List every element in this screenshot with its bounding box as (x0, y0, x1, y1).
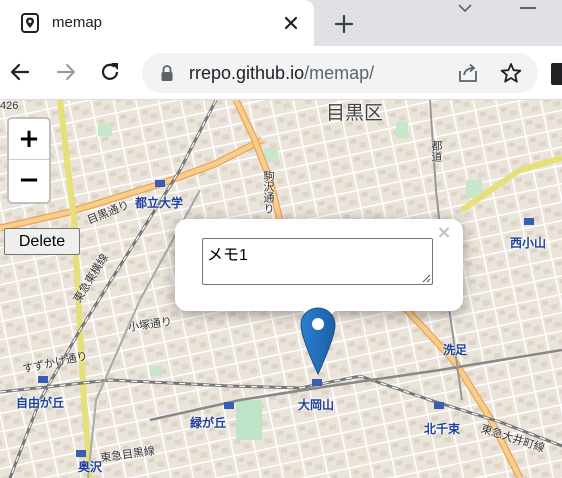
station-label: 西小山 (510, 236, 547, 250)
url-host: rrepo.github.io (189, 63, 305, 83)
map-view[interactable]: 426 目黒区 都立大学 目黒通り 駒沢通り 東急東横線 都道 西小山 小塚通り… (0, 100, 562, 478)
road-label: 駒沢通り (262, 170, 274, 214)
station-label: 大岡山 (298, 398, 335, 412)
window-minimize-icon[interactable] (520, 7, 536, 9)
road-label: 都道 (430, 140, 442, 162)
lock-icon[interactable] (160, 64, 174, 82)
plus-icon[interactable] (332, 12, 356, 36)
share-icon[interactable] (457, 63, 479, 83)
station-label: 奥沢 (78, 460, 103, 474)
browser-toolbar: rrepo.github.io/memap/ (0, 46, 562, 100)
back-arrow-icon[interactable] (8, 60, 32, 84)
map-pin-favicon (21, 13, 39, 33)
active-tab[interactable]: memap (0, 0, 314, 46)
station-label: 北千束 (424, 422, 461, 436)
tab-title: memap (52, 14, 103, 31)
zoom-in-button[interactable]: + (9, 119, 49, 160)
star-icon[interactable] (500, 62, 522, 84)
station-label: 自由が丘 (16, 396, 65, 410)
station-label: 洗足 (443, 343, 468, 357)
popup-close-button[interactable]: × (435, 224, 453, 242)
memo-textarea[interactable]: メモ1 (202, 238, 433, 285)
url-text[interactable]: rrepo.github.io/memap/ (189, 63, 374, 84)
close-icon[interactable] (280, 12, 302, 34)
address-bar[interactable]: rrepo.github.io/memap/ (142, 53, 538, 93)
resize-grip-icon[interactable] (421, 273, 431, 283)
map-marker-icon[interactable] (299, 306, 337, 376)
side-panel-icon[interactable] (551, 63, 562, 85)
forward-arrow-icon[interactable] (54, 60, 78, 84)
chevron-down-icon[interactable] (455, 0, 475, 18)
reload-icon[interactable] (98, 60, 122, 84)
tab-strip: memap (0, 0, 562, 46)
memo-text: メモ1 (207, 247, 248, 264)
url-path: /memap/ (304, 63, 375, 83)
zoom-control: + − (7, 117, 51, 204)
station-label: 都立大学 (135, 196, 184, 210)
station-label: 緑が丘 (190, 416, 227, 430)
delete-button[interactable]: Delete (4, 228, 80, 255)
ward-label: 目黒区 (326, 103, 384, 124)
zoom-out-button[interactable]: − (9, 160, 49, 201)
memo-popup: × メモ1 (175, 219, 463, 311)
road-number-label: 426 (0, 100, 19, 112)
